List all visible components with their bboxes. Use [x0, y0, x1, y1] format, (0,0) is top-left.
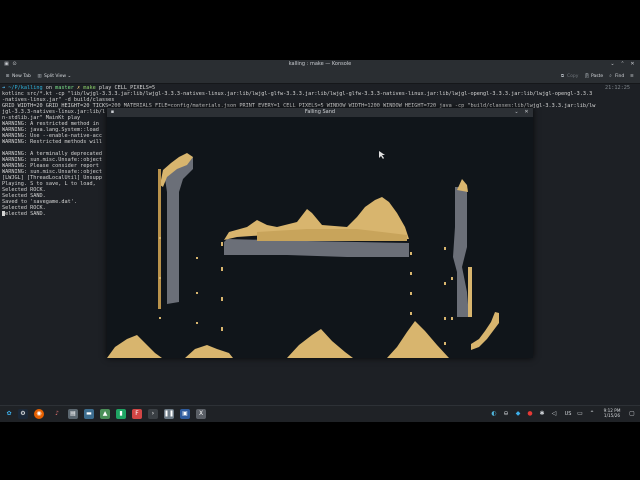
- steam-tray-icon[interactable]: ◐: [490, 409, 498, 419]
- split-view-button[interactable]: ▥ Split View ⌄: [37, 73, 71, 80]
- tray-expand-icon[interactable]: ⌃: [588, 409, 596, 419]
- sand-cap-right: [457, 179, 468, 192]
- mouse-cursor-icon: [379, 151, 385, 159]
- volume-icon[interactable]: ◁: [550, 409, 558, 419]
- konsole-icon[interactable]: ▬: [84, 409, 94, 419]
- app-launcher-icon[interactable]: ✿: [4, 409, 14, 419]
- sand-edge-right: [468, 267, 472, 317]
- vpn-tray-icon[interactable]: ⊖: [502, 409, 510, 419]
- clock[interactable]: 9:12 PM 1/15/26: [600, 408, 624, 418]
- paste-icon: 📋︎: [584, 74, 590, 79]
- desktop: ▣ ⊙ kalling : make — Konsole ⌄ ⌃ ✕ ⊞ New …: [0, 0, 640, 480]
- rock-column-right: [453, 187, 469, 317]
- image-viewer-icon[interactable]: ▲: [100, 409, 110, 419]
- find-button[interactable]: ⌕ Find: [608, 73, 624, 80]
- folder-icon[interactable]: ▣: [180, 409, 190, 419]
- android-studio-icon[interactable]: ▮: [116, 409, 126, 419]
- copy-button[interactable]: ⧉ Copy: [560, 73, 579, 80]
- terminal-line: Selected SAND.: [2, 211, 46, 217]
- sand-pile-1: [107, 335, 162, 358]
- search-icon: ⌕: [609, 74, 612, 79]
- find-label: Find: [615, 74, 625, 79]
- pause-icon[interactable]: ❚❚: [164, 409, 174, 419]
- sand-simulation-canvas[interactable]: [107, 117, 533, 358]
- konsole-titlebar[interactable]: ▣ ⊙ kalling : make — Konsole ⌄ ⌃ ✕: [0, 60, 640, 69]
- files-icon[interactable]: ▤: [68, 409, 78, 419]
- clock-date: 1/15/26: [603, 413, 621, 418]
- paste-button[interactable]: 📋︎Paste: [584, 73, 603, 80]
- sand-stack-right: [471, 312, 499, 350]
- firefox-icon[interactable]: ◉: [34, 409, 44, 419]
- terminal-icon[interactable]: ›: [148, 409, 158, 419]
- show-desktop-icon[interactable]: ▢: [628, 409, 636, 419]
- discord-tray-icon[interactable]: ◆: [514, 409, 522, 419]
- split-view-icon: ▥: [37, 74, 42, 79]
- rock-platform: [224, 239, 409, 257]
- new-tab-label: New Tab: [12, 74, 31, 79]
- prompt-time: 21:12:25: [605, 85, 630, 91]
- hamburger-menu-icon[interactable]: ≡: [630, 73, 634, 80]
- paste-label: Paste: [591, 74, 604, 79]
- maximize-icon[interactable]: ⌃: [619, 61, 626, 68]
- terminal-cursor-line: [2, 211, 5, 217]
- network-icon[interactable]: ▭: [576, 409, 584, 419]
- new-tab-button[interactable]: ⊞ New Tab: [5, 73, 31, 80]
- sand-pile-2: [185, 345, 233, 358]
- terminal-line: WARNING: Restricted methods will: [2, 139, 102, 145]
- konsole-toolbar: ⊞ New Tab ▥ Split View ⌄ ⧉ Copy 📋︎Paste ⌕ Fi…: [0, 69, 640, 84]
- record-tray-icon[interactable]: ●: [526, 409, 534, 419]
- taskbar: ✿ ⚙ ◉ ♪ ▤ ▬ ▲ ▮ F › ❚❚ ▣ X ◐ ⊖ ◆ ● ✱ ◁ U…: [0, 405, 640, 422]
- split-view-label: Split View: [44, 74, 67, 79]
- falling-sand-title: Falling Sand: [304, 109, 336, 115]
- rock-column-left: [164, 157, 193, 304]
- close-x-icon[interactable]: X: [196, 409, 206, 419]
- minimize-icon[interactable]: ⌄: [513, 109, 520, 116]
- chevron-down-icon: ⌄: [66, 74, 72, 79]
- new-tab-icon: ⊞: [5, 74, 10, 79]
- libreoffice-icon[interactable]: F: [132, 409, 142, 419]
- terminal-cursor: [2, 211, 5, 216]
- close-icon[interactable]: ✕: [629, 61, 636, 68]
- bluetooth-tray-icon[interactable]: ✱: [538, 409, 546, 419]
- steam-icon[interactable]: ⚙: [18, 409, 28, 419]
- falling-sand-window[interactable]: ▪ Falling Sand ⌄ ✕: [107, 108, 533, 358]
- keyboard-layout-indicator[interactable]: US: [562, 409, 574, 419]
- minimize-icon[interactable]: ⌄: [609, 61, 616, 68]
- close-icon[interactable]: ✕: [523, 109, 530, 116]
- sand-pile-3: [287, 329, 353, 358]
- sand-simulation-drawing: [107, 151, 499, 358]
- copy-icon: ⧉: [560, 74, 565, 79]
- konsole-window-title: kalling : make — Konsole: [288, 61, 352, 67]
- copy-label: Copy: [567, 74, 579, 79]
- music-icon[interactable]: ♪: [52, 409, 62, 419]
- falling-sand-titlebar[interactable]: ▪ Falling Sand ⌄ ✕: [107, 108, 533, 117]
- sand-pile-4: [387, 321, 449, 358]
